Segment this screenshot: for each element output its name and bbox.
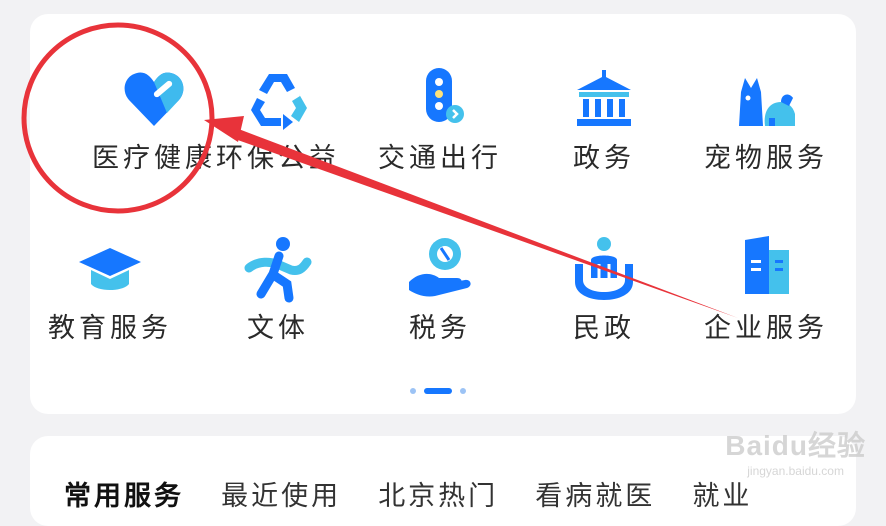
- watermark-brand: Baidu经验: [725, 430, 866, 461]
- hand-coin-icon: [405, 234, 475, 304]
- service-environment[interactable]: 环保公益: [198, 64, 358, 214]
- graduation-cap-icon: [75, 234, 145, 304]
- page-dot[interactable]: [410, 388, 416, 394]
- traffic-light-icon: [405, 64, 475, 134]
- pet-icon: [731, 64, 801, 134]
- watermark-url: jingyan.baidu.com: [747, 464, 844, 478]
- service-label: 税务: [409, 313, 471, 344]
- services-card: 医疗健康 环保公益 交通出行 政务 宠物服务 教育服务 文体 税务 民政 企业服…: [30, 14, 856, 414]
- service-label: 宠物服务: [704, 143, 828, 174]
- service-label: 政务: [573, 143, 635, 174]
- tab-see-doctor[interactable]: 看病就医: [535, 474, 655, 513]
- service-tabs: 常用服务 最近使用 北京热门 看病就医 就业: [64, 474, 784, 513]
- tab-common-services[interactable]: 常用服务: [64, 474, 184, 513]
- page-indicator[interactable]: [408, 386, 478, 396]
- page-dot-active[interactable]: [424, 388, 452, 394]
- service-label: 企业服务: [704, 313, 828, 344]
- service-label: 文体: [247, 313, 309, 344]
- recycle-icon: [243, 64, 313, 134]
- tab-recently-used[interactable]: 最近使用: [221, 474, 341, 513]
- service-transport[interactable]: 交通出行: [360, 64, 520, 214]
- service-culture-sports[interactable]: 文体: [198, 234, 358, 384]
- service-label: 环保公益: [216, 143, 340, 174]
- service-enterprise[interactable]: 企业服务: [686, 234, 846, 384]
- office-building-icon: [731, 234, 801, 304]
- service-civil-affairs[interactable]: 民政: [524, 234, 684, 384]
- service-label: 教育服务: [48, 313, 172, 344]
- service-education[interactable]: 教育服务: [30, 234, 190, 384]
- tab-beijing-popular[interactable]: 北京热门: [378, 474, 498, 513]
- hands-person-icon: [569, 234, 639, 304]
- service-grid: 医疗健康 环保公益 交通出行 政务 宠物服务 教育服务 文体 税务 民政 企业服…: [30, 14, 856, 414]
- heart-bandage-icon: [119, 64, 189, 134]
- service-pet[interactable]: 宠物服务: [686, 64, 846, 214]
- page-dot[interactable]: [460, 388, 466, 394]
- service-label: 交通出行: [378, 143, 502, 174]
- service-label: 民政: [573, 313, 635, 344]
- service-government[interactable]: 政务: [524, 64, 684, 214]
- watermark: Baidu经验 jingyan.baidu.com: [725, 424, 866, 478]
- running-person-icon: [243, 234, 313, 304]
- service-tax[interactable]: 税务: [360, 234, 520, 384]
- tab-employment[interactable]: 就业: [692, 474, 752, 513]
- government-building-icon: [569, 64, 639, 134]
